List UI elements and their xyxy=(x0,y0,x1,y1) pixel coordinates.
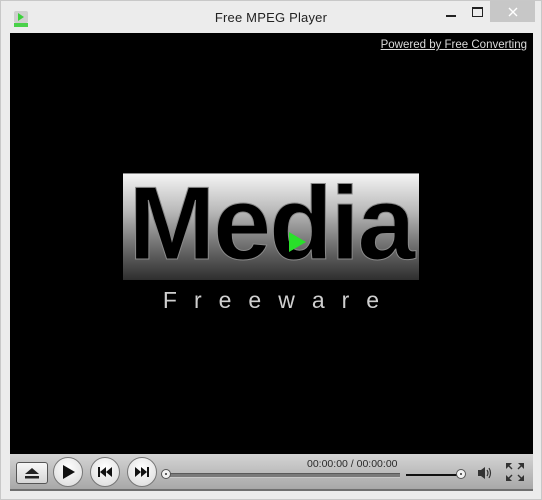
logo-subtitle: Freeware xyxy=(162,287,397,313)
next-track-icon xyxy=(135,467,149,477)
next-button[interactable] xyxy=(127,457,157,487)
player-window: Free MPEG Player Powered by Free Convert… xyxy=(0,0,542,500)
logo-play-icon xyxy=(289,232,306,252)
eject-button[interactable] xyxy=(16,462,48,484)
play-icon xyxy=(63,465,75,479)
minimize-icon xyxy=(446,14,456,17)
video-area[interactable]: Powered by Free Converting Media Freewar… xyxy=(10,33,533,454)
control-bar: 00:00:00 / 00:00:00 xyxy=(10,454,533,491)
volume-slider[interactable] xyxy=(406,474,458,476)
play-button[interactable] xyxy=(53,457,83,487)
maximize-icon xyxy=(471,6,483,17)
previous-track-icon xyxy=(98,467,112,477)
logo-title: Media xyxy=(128,166,416,283)
speaker-icon[interactable] xyxy=(478,466,494,480)
seek-handle[interactable] xyxy=(161,469,171,479)
title-bar[interactable]: Free MPEG Player xyxy=(1,1,541,33)
powered-by-link[interactable]: Powered by Free Converting xyxy=(381,39,527,51)
media-logo: Media xyxy=(123,166,419,283)
volume-handle[interactable] xyxy=(456,469,466,479)
previous-button[interactable] xyxy=(90,457,120,487)
eject-icon xyxy=(25,467,39,478)
fullscreen-icon[interactable] xyxy=(506,463,524,481)
close-icon xyxy=(508,7,517,16)
close-button[interactable] xyxy=(490,1,535,22)
minimize-button[interactable] xyxy=(437,1,465,22)
time-display: 00:00:00 / 00:00:00 xyxy=(307,458,398,470)
seek-bar[interactable] xyxy=(166,473,400,478)
maximize-button[interactable] xyxy=(463,1,491,22)
